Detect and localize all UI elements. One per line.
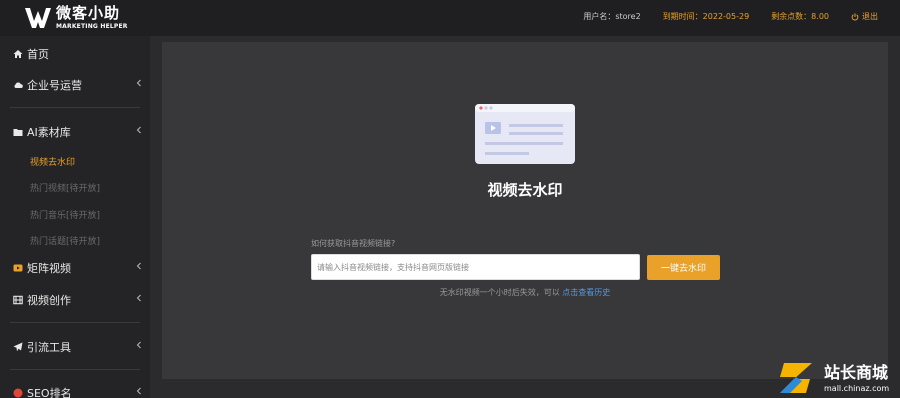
sidebar-item-home[interactable]: 首页 [0, 44, 150, 64]
sidebar-subitem-watermark[interactable]: 视频去水印 [30, 155, 75, 168]
sidebar-label-traffic-tools: 引流工具 [27, 341, 71, 354]
sidebar-label-home: 首页 [27, 48, 49, 61]
logo-subtitle: MARKETING HELPER [56, 23, 128, 30]
remove-watermark-button[interactable]: 一键去水印 [647, 255, 720, 280]
expiry-note: 无水印视频一个小时后失效，可以 点击查看历史 [162, 287, 888, 298]
home-icon [13, 50, 23, 58]
sidebar-label-matrix-video: 矩阵视频 [27, 262, 71, 275]
expire-time-text: 到期时间：2022-05-29 [662, 12, 750, 21]
sidebar-item-matrix-video[interactable]: 矩阵视频 [0, 258, 150, 278]
seo-rank-icon [13, 388, 23, 398]
site-watermark: 站长商城 mall.chinaz.com [776, 357, 900, 398]
help-link[interactable]: 如何获取抖音视频链接? [311, 238, 395, 249]
sidebar-item-seo[interactable]: SEO排名 [0, 383, 150, 398]
sidebar-divider [10, 369, 140, 370]
watermark-url: mall.chinaz.com [824, 384, 890, 393]
video-url-input[interactable] [311, 254, 640, 280]
sidebar: 首页 企业号运营 AI素材库 视频去水印 热门视频[待开放] 热门音乐[待开放]… [0, 36, 150, 398]
page-title: 视频去水印 [487, 181, 563, 199]
browser-video-illustration [475, 104, 575, 164]
sidebar-subitem-hot-music[interactable]: 热门音乐[待开放] [30, 208, 100, 221]
power-icon [851, 12, 859, 20]
sidebar-label-enterprise: 企业号运营 [27, 79, 82, 92]
sidebar-item-enterprise[interactable]: 企业号运营 [0, 75, 150, 95]
logout-button[interactable]: 退出 [851, 11, 878, 22]
sidebar-item-video-creation[interactable]: 视频创作 [0, 290, 150, 310]
chevron-left-icon [136, 79, 141, 87]
chevron-left-icon [136, 341, 141, 349]
view-history-link[interactable]: 点击查看历史 [562, 288, 610, 297]
sidebar-label-seo: SEO排名 [27, 387, 72, 398]
sidebar-subitem-hot-topics[interactable]: 热门话题[待开放] [30, 234, 100, 247]
chevron-left-icon [136, 262, 141, 270]
chevron-left-icon [136, 387, 141, 395]
chevron-left-icon [136, 294, 141, 302]
remaining-points-text: 剩余点数：8.00 [771, 12, 829, 21]
username-text: 用户名：store2 [583, 12, 641, 21]
chinaz-logo-icon [780, 363, 812, 393]
sidebar-divider [10, 107, 140, 108]
logo-title: 微客小助 [56, 4, 121, 22]
video-play-icon [13, 264, 23, 272]
sidebar-subitem-hot-videos[interactable]: 热门视频[待开放] [30, 181, 100, 194]
folder-icon [13, 129, 23, 136]
main-panel: 视频去水印 如何获取抖音视频链接? 一键去水印 无水印视频一个小时后失效，可以 … [162, 42, 888, 379]
film-icon [13, 295, 23, 305]
paper-plane-icon [13, 342, 23, 352]
top-header: 微客小助 MARKETING HELPER 用户名：store2 到期时间：20… [0, 0, 900, 36]
logo-w-icon [25, 8, 51, 28]
expiry-note-text: 无水印视频一个小时后失效，可以 [439, 288, 560, 297]
sidebar-item-ai-library[interactable]: AI素材库 [0, 122, 150, 142]
sidebar-divider [10, 322, 140, 323]
logout-label: 退出 [862, 12, 878, 21]
chevron-left-icon [136, 126, 141, 134]
sidebar-label-video-creation: 视频创作 [27, 294, 71, 307]
cloud-icon [14, 82, 23, 88]
sidebar-label-ai-library: AI素材库 [27, 126, 71, 139]
logo[interactable]: 微客小助 MARKETING HELPER [24, 6, 128, 30]
header-info: 用户名：store2 到期时间：2022-05-29 剩余点数：8.00 退出 [561, 11, 878, 22]
sidebar-item-traffic-tools[interactable]: 引流工具 [0, 337, 150, 357]
watermark-title: 站长商城 [824, 363, 889, 382]
